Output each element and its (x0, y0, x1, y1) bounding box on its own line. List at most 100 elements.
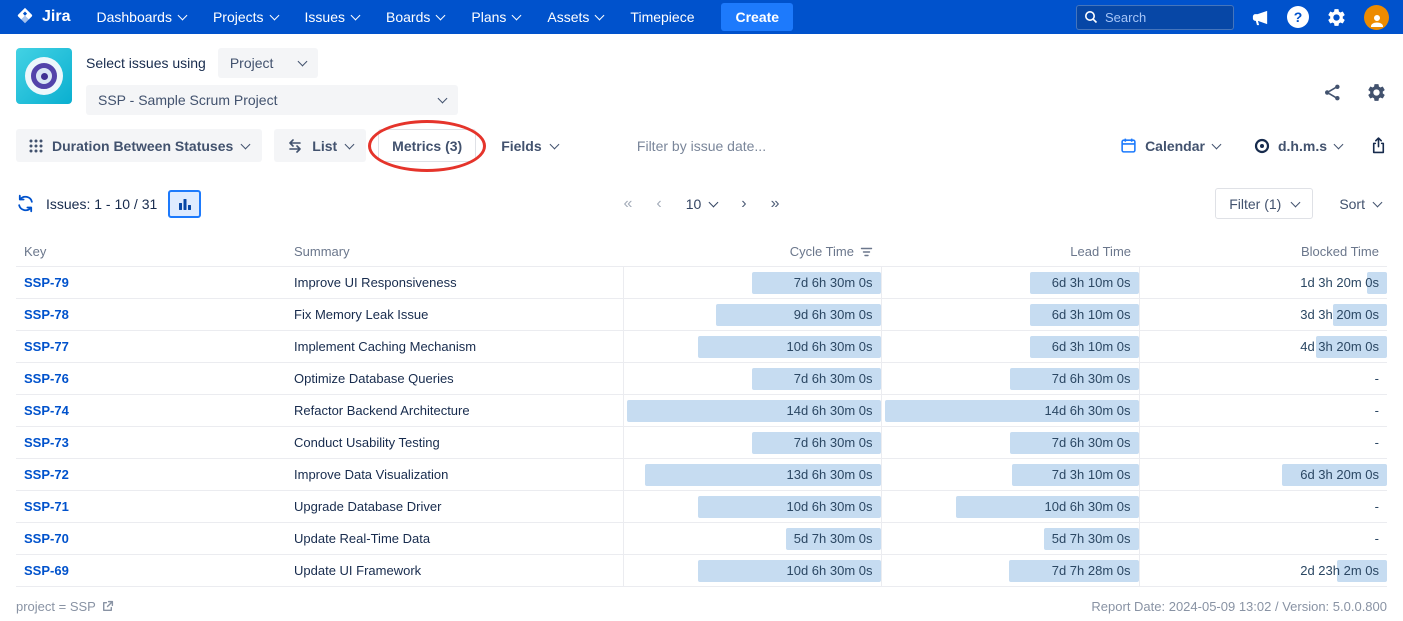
duration-text: 13d 6h 30m 0s (786, 459, 872, 490)
issue-key-link[interactable]: SSP-69 (24, 563, 69, 578)
chevron-down-icon (595, 11, 605, 21)
filter-icon[interactable] (860, 246, 873, 258)
nav-item-boards[interactable]: Boards (386, 9, 444, 25)
issue-key-link[interactable]: SSP-78 (24, 307, 69, 322)
fields-dropdown[interactable]: Fields (488, 129, 570, 162)
issue-summary: Update UI Framework (286, 555, 623, 587)
search-icon (1084, 10, 1098, 24)
page-size-select[interactable]: 10 (686, 196, 718, 212)
sort-button[interactable]: Sort (1333, 195, 1387, 213)
issue-key-link[interactable]: SSP-70 (24, 531, 69, 546)
duration-text: - (1375, 427, 1379, 458)
lead-time-cell: 7d 6h 30m 0s (882, 363, 1139, 394)
chart-view-button[interactable] (168, 190, 201, 218)
share-icon[interactable] (1323, 83, 1342, 102)
nav-item-plans[interactable]: Plans (471, 9, 520, 25)
issue-row: SSP-76 Optimize Database Queries 7d 6h 30m… (16, 363, 1387, 395)
nav-item-projects[interactable]: Projects (213, 9, 278, 25)
blocked-time-cell: 6d 3h 20m 0s (1140, 459, 1388, 490)
report-type-dropdown[interactable]: Duration Between Statuses (16, 129, 262, 162)
issue-summary: Improve UI Responsiveness (286, 267, 623, 299)
toolbar-right: Calendar d.h.m.s (1114, 136, 1387, 155)
issue-source-selects: Select issues using Project SSP - Sample… (86, 48, 458, 115)
calendar-dropdown[interactable]: Calendar (1114, 136, 1226, 155)
duration-text: 9d 6h 30m 0s (794, 299, 873, 330)
issue-row: SSP-69Update UI Framework10d 6h 30m 0s7d… (16, 555, 1387, 587)
issue-summary: Improve Data Visualization (286, 459, 623, 491)
last-page-button[interactable]: » (771, 196, 780, 212)
blocked-time-cell: 1d 3h 20m 0s (1140, 267, 1388, 298)
duration-text: 14d 6h 30m 0s (1044, 395, 1130, 426)
next-page-button[interactable]: › (741, 196, 746, 212)
refresh-icon[interactable] (16, 194, 35, 213)
column-header-blocked-time: Blocked Time (1139, 237, 1387, 267)
issue-key-link[interactable]: SSP-72 (24, 467, 69, 482)
issue-row: SSP-74Refactor Backend Architecture14d 6… (16, 395, 1387, 427)
issue-summary: Fix Memory Leak Issue (286, 299, 623, 331)
prev-page-button[interactable]: ‹ (656, 196, 661, 212)
issue-row: SSP-79 Improve UI Responsiveness 7d 6h 30m… (16, 267, 1387, 299)
megaphone-icon[interactable] (1251, 8, 1270, 27)
issue-row: SSP-72 Improve Data Visualization 13d 6h 3… (16, 459, 1387, 491)
metrics-button[interactable]: Metrics (3) (378, 129, 476, 162)
cycle-time-cell: 10d 6h 30m 0s (624, 331, 881, 362)
bar-chart-icon (178, 197, 192, 211)
issue-date-filter[interactable]: Filter by issue date... (637, 138, 766, 154)
chevron-down-icon (298, 57, 308, 67)
duration-text: 10d 6h 30m 0s (786, 331, 872, 362)
user-avatar[interactable] (1364, 5, 1389, 30)
nav-item-issues[interactable]: Issues (305, 9, 359, 25)
first-page-button[interactable]: « (623, 196, 632, 212)
issue-key-link[interactable]: SSP-73 (24, 435, 69, 450)
create-button[interactable]: Create (721, 3, 793, 31)
report-meta: Report Date: 2024-05-09 13:02 / Version:… (1091, 599, 1387, 614)
issue-source-dropdown[interactable]: Project (218, 48, 319, 78)
header-actions (1323, 82, 1387, 103)
issue-summary: Optimize Database Queries (286, 363, 623, 395)
issue-key-link[interactable]: SSP-74 (24, 403, 69, 418)
view-dropdown[interactable]: List (274, 129, 366, 162)
lead-time-cell: 7d 3h 10m 0s (882, 459, 1139, 490)
user-icon (1368, 12, 1386, 30)
filter-button[interactable]: Filter (1) (1215, 188, 1313, 219)
project-dropdown[interactable]: SSP - Sample Scrum Project (86, 85, 458, 115)
chevron-down-icon (549, 139, 559, 149)
timepiece-app-logo (16, 48, 72, 104)
chevron-down-icon (709, 197, 719, 207)
issue-key-link[interactable]: SSP-71 (24, 499, 69, 514)
nav-item-timepiece[interactable]: Timepiece (630, 9, 694, 25)
jira-logo[interactable]: Jira (14, 6, 70, 28)
app-settings-gear-icon[interactable] (1366, 82, 1387, 103)
issue-key-link[interactable]: SSP-79 (24, 275, 69, 290)
column-header-lead-time: Lead Time (881, 237, 1139, 267)
duration-text: - (1375, 491, 1379, 522)
duration-text: 7d 6h 30m 0s (794, 267, 873, 298)
chevron-down-icon (351, 11, 361, 21)
cycle-time-cell: 7d 6h 30m 0s (624, 427, 881, 458)
app-header: Select issues using Project SSP - Sample… (0, 34, 1403, 121)
issue-key-link[interactable]: SSP-77 (24, 339, 69, 354)
duration-text: 1d 3h 20m 0s (1300, 267, 1379, 298)
settings-gear-icon[interactable] (1326, 7, 1347, 28)
issue-summary: Upgrade Database Driver (286, 491, 623, 523)
lead-time-cell: 5d 7h 30m 0s (882, 523, 1139, 554)
duration-text: 3d 3h 20m 0s (1300, 299, 1379, 330)
nav-menu: Dashboards Projects Issues Boards Plans … (96, 9, 694, 25)
lead-time-cell: 7d 6h 30m 0s (882, 427, 1139, 458)
table-header-row: Key Summary Cycle Time Lead Time Blocked… (16, 237, 1387, 267)
nav-item-dashboards[interactable]: Dashboards (96, 9, 186, 25)
search-input[interactable] (1076, 5, 1234, 30)
page-footer: project = SSP Report Date: 2024-05-09 13… (0, 587, 1403, 614)
time-format-dropdown[interactable]: d.h.m.s (1248, 137, 1348, 155)
help-icon[interactable]: ? (1287, 6, 1309, 28)
top-nav: Jira Dashboards Projects Issues Boards P… (0, 0, 1403, 34)
nav-item-assets[interactable]: Assets (547, 9, 603, 25)
issue-key-link[interactable]: SSP-76 (24, 371, 69, 386)
chevron-down-icon (1373, 197, 1383, 207)
jql-query-link[interactable]: project = SSP (16, 599, 114, 614)
chevron-down-icon (512, 11, 522, 21)
duration-text: 10d 6h 30m 0s (786, 491, 872, 522)
lead-time-cell: 6d 3h 10m 0s (882, 331, 1139, 362)
chevron-down-icon (436, 11, 446, 21)
export-icon[interactable] (1370, 137, 1387, 154)
